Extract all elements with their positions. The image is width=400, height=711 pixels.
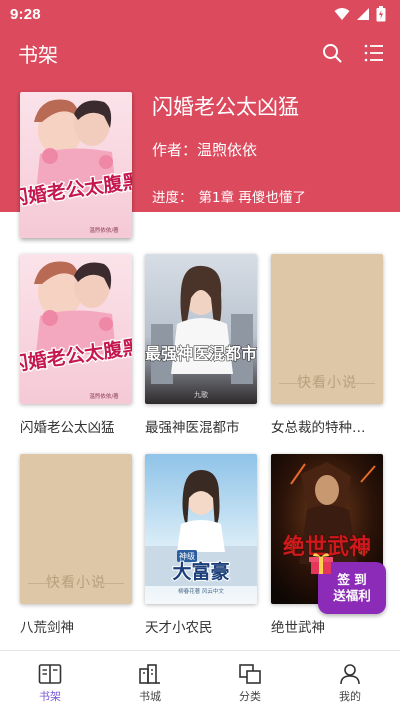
doctor-cover-art: 最强神医混都市 九歌 [145, 254, 257, 404]
nav-label: 分类 [239, 689, 261, 703]
book-cover-author: 柳春花著 风云中文 [178, 587, 224, 595]
checkin-line1: 签 到 [337, 572, 367, 587]
placeholder-brand: 快看小说 [297, 375, 357, 391]
book-cover[interactable]: 闪婚老公太腹黑 温煦依依/著 [20, 254, 132, 404]
book-item[interactable]: 闪婚老公太腹黑 温煦依依/著 闪婚老公太凶猛 [20, 254, 132, 436]
book-title: 女总裁的特种… [271, 420, 366, 436]
nav-tab-bookstore[interactable]: 书城 [100, 651, 200, 711]
book-title: 最强神医混都市 [145, 420, 240, 436]
search-icon[interactable] [322, 43, 342, 63]
book-item[interactable]: 神级 大富豪 柳春花著 风云中文 天才小农民 [145, 454, 257, 636]
book-cover-title: 大富豪 [172, 560, 229, 583]
book-item[interactable]: 快看小说 女总裁的特种… [271, 254, 383, 436]
checkin-line2: 送福利 [333, 588, 371, 603]
hero-cover-author: 温煦依依/著 [89, 226, 119, 234]
nav-label: 书架 [39, 689, 61, 703]
wifi-icon [334, 8, 350, 20]
bookshelf-icon [38, 663, 62, 684]
status-bar: 9:28 [0, 0, 400, 28]
romance-cover-art: 闪婚老公太腹黑 温煦依依/著 [20, 92, 132, 238]
profile-icon [340, 663, 360, 684]
placeholder-cover: 快看小说 [20, 454, 132, 604]
status-time: 9:28 [10, 5, 41, 23]
author-label: 作者： [152, 141, 198, 159]
nav-tab-profile[interactable]: 我的 [300, 651, 400, 711]
gift-icon [309, 553, 333, 574]
bookstore-icon [139, 663, 160, 684]
book-item[interactable]: 最强神医混都市 九歌 最强神医混都市 [145, 254, 257, 436]
category-icon [239, 663, 261, 684]
nav-tab-category[interactable]: 分类 [200, 651, 300, 711]
book-cover[interactable]: 快看小说 [271, 254, 383, 404]
book-title: 闪婚老公太凶猛 [20, 420, 115, 436]
book-cover-author: 温煦依依/著 [89, 392, 119, 400]
author-name: 温煦依依 [197, 141, 258, 159]
book-item[interactable]: 快看小说 八荒剑神 [20, 454, 132, 636]
menu-list-icon[interactable] [364, 44, 384, 62]
book-cover[interactable]: 最强神医混都市 九歌 [145, 254, 257, 404]
current-book-info[interactable]: 闪婚老公太凶猛 作者： 温煦依依 进度： 第1章 再傻也懂了 [152, 92, 306, 206]
current-book-cover[interactable]: 闪婚老公太腹黑 温煦依依/著 [20, 92, 132, 238]
progress-label: 进度： [152, 190, 193, 206]
book-cover-author: 九歌 [194, 390, 208, 399]
signal-icon [357, 8, 369, 20]
nav-label: 我的 [339, 689, 361, 703]
bottom-navigation: 书架 书城 分类 我的 [0, 650, 400, 711]
book-title: 八荒剑神 [20, 620, 74, 636]
book-cover[interactable]: 快看小说 [20, 454, 132, 604]
romance-cover-art: 闪婚老公太腹黑 温煦依依/著 [20, 254, 132, 404]
book-cover[interactable]: 神级 大富豪 柳春花著 风云中文 [145, 454, 257, 604]
current-book-author: 作者： 温煦依依 [152, 139, 306, 160]
progress-chapter: 第1章 再傻也懂了 [198, 190, 306, 206]
book-title: 绝世武神 [271, 620, 325, 636]
current-book-title: 闪婚老公太凶猛 [152, 95, 299, 119]
book-cover-tag: 神级 [179, 551, 195, 561]
nav-label: 书城 [139, 689, 161, 703]
battery-icon [376, 6, 386, 22]
placeholder-cover: 快看小说 [271, 254, 383, 404]
app-bar: 书架 [0, 28, 400, 78]
page-title: 书架 [18, 42, 58, 67]
nav-tab-bookshelf[interactable]: 书架 [0, 651, 100, 711]
placeholder-brand: 快看小说 [46, 575, 106, 591]
book-title: 天才小农民 [145, 620, 213, 636]
status-icons [334, 6, 386, 22]
book-cover-title: 最强神医混都市 [145, 344, 257, 363]
farmer-cover-art: 神级 大富豪 柳春花著 风云中文 [145, 454, 257, 604]
reading-progress: 进度： 第1章 再傻也懂了 [152, 186, 306, 206]
